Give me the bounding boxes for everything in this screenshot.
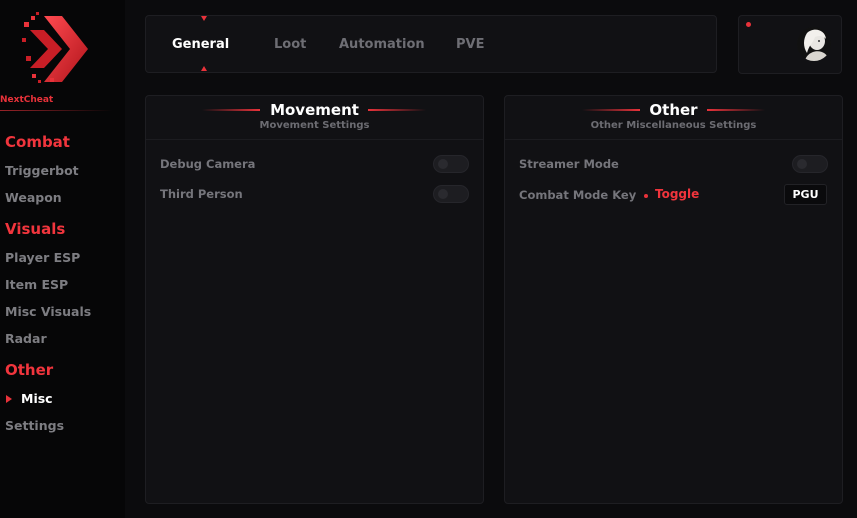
debug-camera-label: Debug Camera: [160, 157, 256, 171]
nav-section-combat: Combat: [5, 133, 70, 151]
nav-section-visuals: Visuals: [5, 220, 66, 238]
sidebar: NextCheat Combat Triggerbot Weapon Visua…: [0, 0, 125, 518]
title-accent-right: [707, 109, 765, 111]
other-subtitle: Other Miscellaneous Settings: [590, 120, 757, 131]
nav-item-misc-visuals[interactable]: Misc Visuals: [5, 304, 91, 319]
movement-title: Movement: [270, 101, 359, 119]
combat-mode-toggle-button[interactable]: Toggle: [655, 187, 699, 201]
other-panel: Other Other Miscellaneous Settings Strea…: [504, 95, 843, 504]
avatar[interactable]: [797, 27, 831, 61]
streamer-mode-label: Streamer Mode: [519, 157, 619, 171]
brand-name: NextCheat: [0, 95, 54, 105]
active-arrow-icon: [6, 395, 12, 403]
nav-item-item-esp[interactable]: Item ESP: [5, 277, 68, 292]
brand-divider: [0, 110, 125, 111]
panel-divider: [146, 139, 483, 140]
panel-divider: [505, 139, 842, 140]
nav-item-settings[interactable]: Settings: [5, 418, 64, 433]
toggle-knob: [438, 189, 448, 199]
streamer-mode-toggle[interactable]: [792, 155, 828, 173]
toggle-knob: [797, 159, 807, 169]
other-title: Other: [649, 101, 698, 119]
tab-automation[interactable]: Automation: [339, 37, 425, 52]
active-tab-top-marker-icon: [201, 16, 207, 21]
tab-pve[interactable]: PVE: [456, 37, 484, 52]
mode-dot-icon: [644, 194, 648, 198]
movement-panel: Movement Movement Settings Debug Camera …: [145, 95, 484, 504]
tab-general[interactable]: General: [172, 37, 229, 52]
tab-loot[interactable]: Loot: [274, 37, 306, 52]
user-avatar-icon: [797, 27, 831, 61]
debug-camera-toggle[interactable]: [433, 155, 469, 173]
nav-item-radar[interactable]: Radar: [5, 331, 47, 346]
nav-section-other: Other: [5, 361, 54, 379]
third-person-toggle[interactable]: [433, 185, 469, 203]
nav-item-weapon[interactable]: Weapon: [5, 190, 62, 205]
third-person-label: Third Person: [160, 187, 243, 201]
combat-mode-keybind[interactable]: PGU: [784, 184, 827, 205]
status-dot: [746, 22, 751, 27]
nav-item-player-esp[interactable]: Player ESP: [5, 250, 80, 265]
title-accent-right: [368, 109, 426, 111]
toggle-knob: [438, 159, 448, 169]
nav-item-misc[interactable]: Misc: [21, 391, 53, 406]
nav-item-triggerbot[interactable]: Triggerbot: [5, 163, 79, 178]
active-tab-bottom-marker-icon: [201, 66, 207, 71]
tab-bar: General Loot Automation PVE: [145, 15, 717, 73]
profile-card: [738, 15, 842, 74]
nextcheat-logo: [22, 12, 88, 83]
combat-mode-key-label: Combat Mode Key: [519, 188, 637, 202]
movement-subtitle: Movement Settings: [259, 120, 370, 131]
